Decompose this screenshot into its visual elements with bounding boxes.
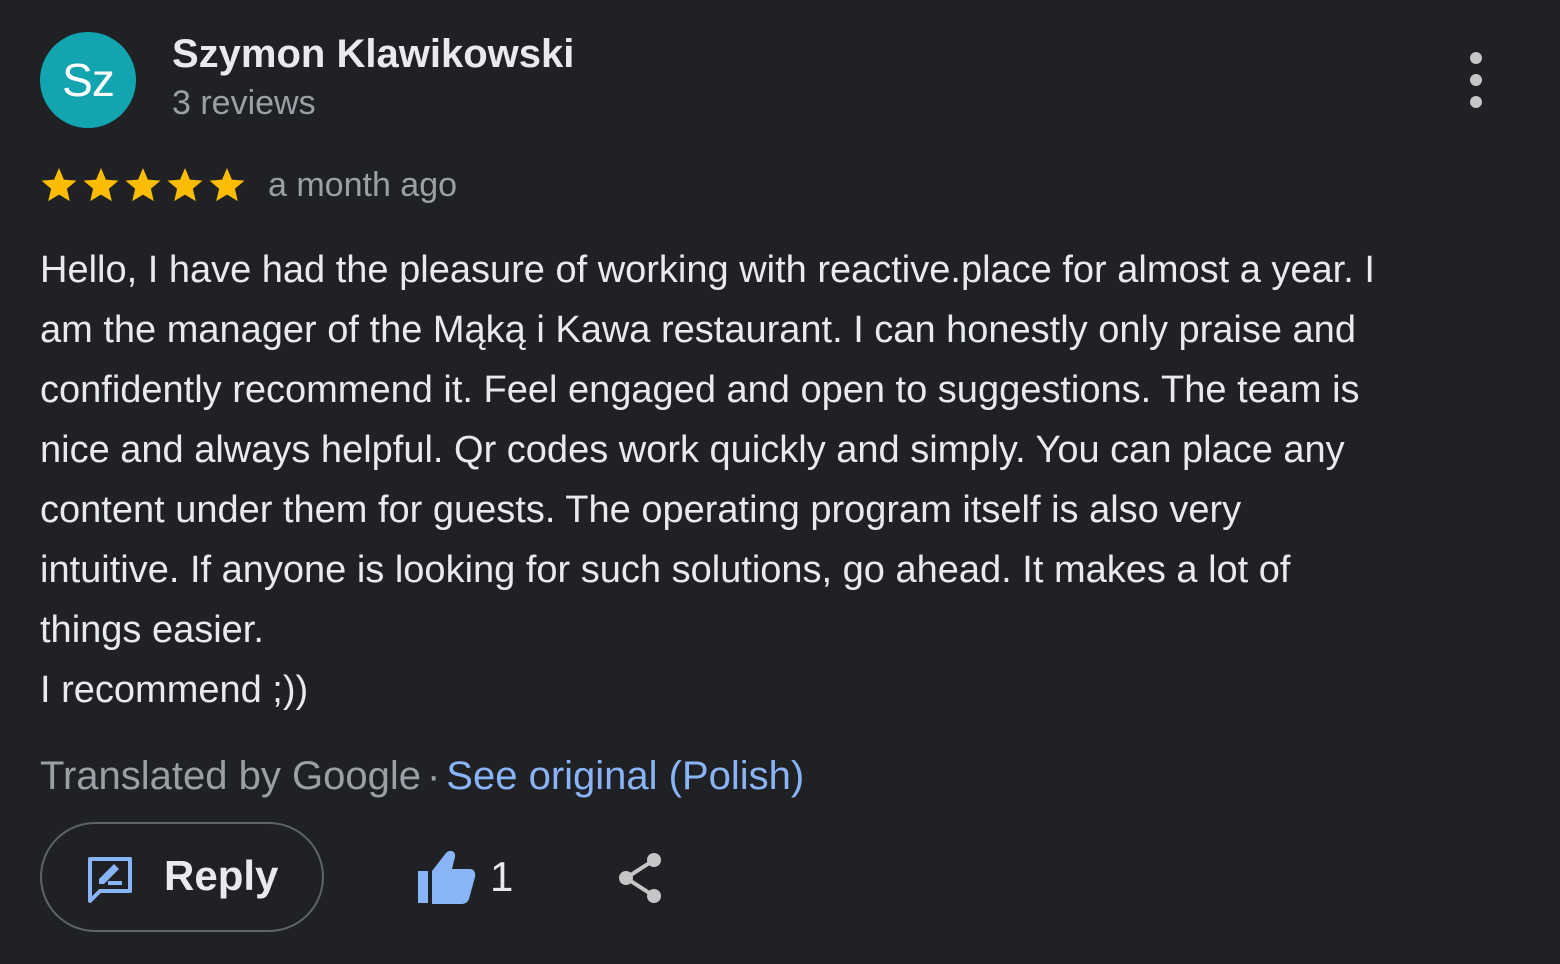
avatar-initials: Sz — [62, 54, 115, 106]
review-text-line: content under them for guests. The opera… — [40, 489, 1242, 531]
more-options-button[interactable] — [1452, 52, 1500, 108]
reply-button[interactable]: Reply — [40, 822, 324, 932]
separator: · — [426, 754, 441, 798]
share-icon — [619, 853, 661, 903]
review-text: Hello, I have had the pleasure of workin… — [40, 240, 1520, 720]
review-text-line: I recommend ;)) — [40, 669, 309, 711]
star-icon — [166, 166, 204, 204]
review-text-line: things easier. — [40, 609, 264, 651]
like-button[interactable]: 1 — [414, 846, 513, 908]
more-vertical-icon-dot — [1470, 74, 1482, 86]
reply-label: Reply — [164, 852, 279, 899]
star-rating — [40, 166, 248, 204]
avatar[interactable]: Sz — [40, 32, 136, 128]
review-time: a month ago — [268, 165, 458, 204]
more-vertical-icon-dot — [1470, 96, 1482, 108]
author-review-count[interactable]: 3 reviews — [172, 84, 316, 123]
review-text-line: nice and always helpful. Qr codes work q… — [40, 429, 1345, 471]
thumbs-up-icon — [414, 847, 478, 907]
more-vertical-icon-dot — [1470, 52, 1482, 64]
translation-row: Translated by Google · See original (Polis… — [40, 748, 804, 804]
review-text-line: am the manager of the Mąką i Kawa restau… — [40, 309, 1356, 351]
rating-row: a month ago — [40, 160, 457, 210]
star-icon — [124, 166, 162, 204]
share-button[interactable] — [612, 850, 668, 906]
reply-edit-icon — [84, 853, 136, 905]
review-card: Sz Szymon Klawikowski 3 reviews a month … — [0, 0, 1560, 964]
star-icon — [82, 166, 120, 204]
star-icon — [40, 166, 78, 204]
review-text-line: confidently recommend it. Feel engaged a… — [40, 369, 1360, 411]
review-text-line: intuitive. If anyone is looking for such… — [40, 549, 1291, 591]
translated-by-label: Translated by Google — [40, 754, 421, 798]
author-name[interactable]: Szymon Klawikowski — [172, 32, 574, 77]
star-icon — [208, 166, 246, 204]
see-original-link[interactable]: See original (Polish) — [446, 754, 804, 798]
like-count: 1 — [490, 853, 514, 900]
review-text-line: Hello, I have had the pleasure of workin… — [40, 249, 1375, 291]
